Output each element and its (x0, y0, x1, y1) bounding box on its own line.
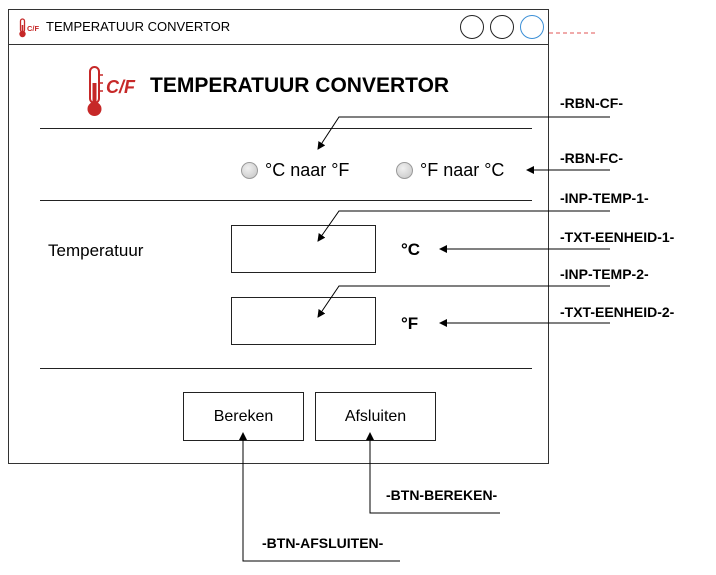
annotation-btn-bereken: -BTN-BEREKEN- (386, 487, 498, 503)
annotation-txt-eenheid-2: -TXT-EENHEID-2- (560, 304, 675, 320)
annotation-inp-temp-1: -INP-TEMP-1- (560, 190, 649, 206)
arrow-rbn-cf (317, 116, 610, 150)
annotation-rbn-cf: -RBN-CF- (560, 95, 623, 111)
annotation-arrows (239, 32, 610, 562)
annotation-btn-afsluiten: -BTN-AFSLUITEN- (262, 535, 384, 551)
annotation-rbn-fc: -RBN-FC- (560, 150, 623, 166)
annotation-txt-eenheid-1: -TXT-EENHEID-1- (560, 229, 675, 245)
annotation-inp-temp-2: -INP-TEMP-2- (560, 266, 649, 282)
